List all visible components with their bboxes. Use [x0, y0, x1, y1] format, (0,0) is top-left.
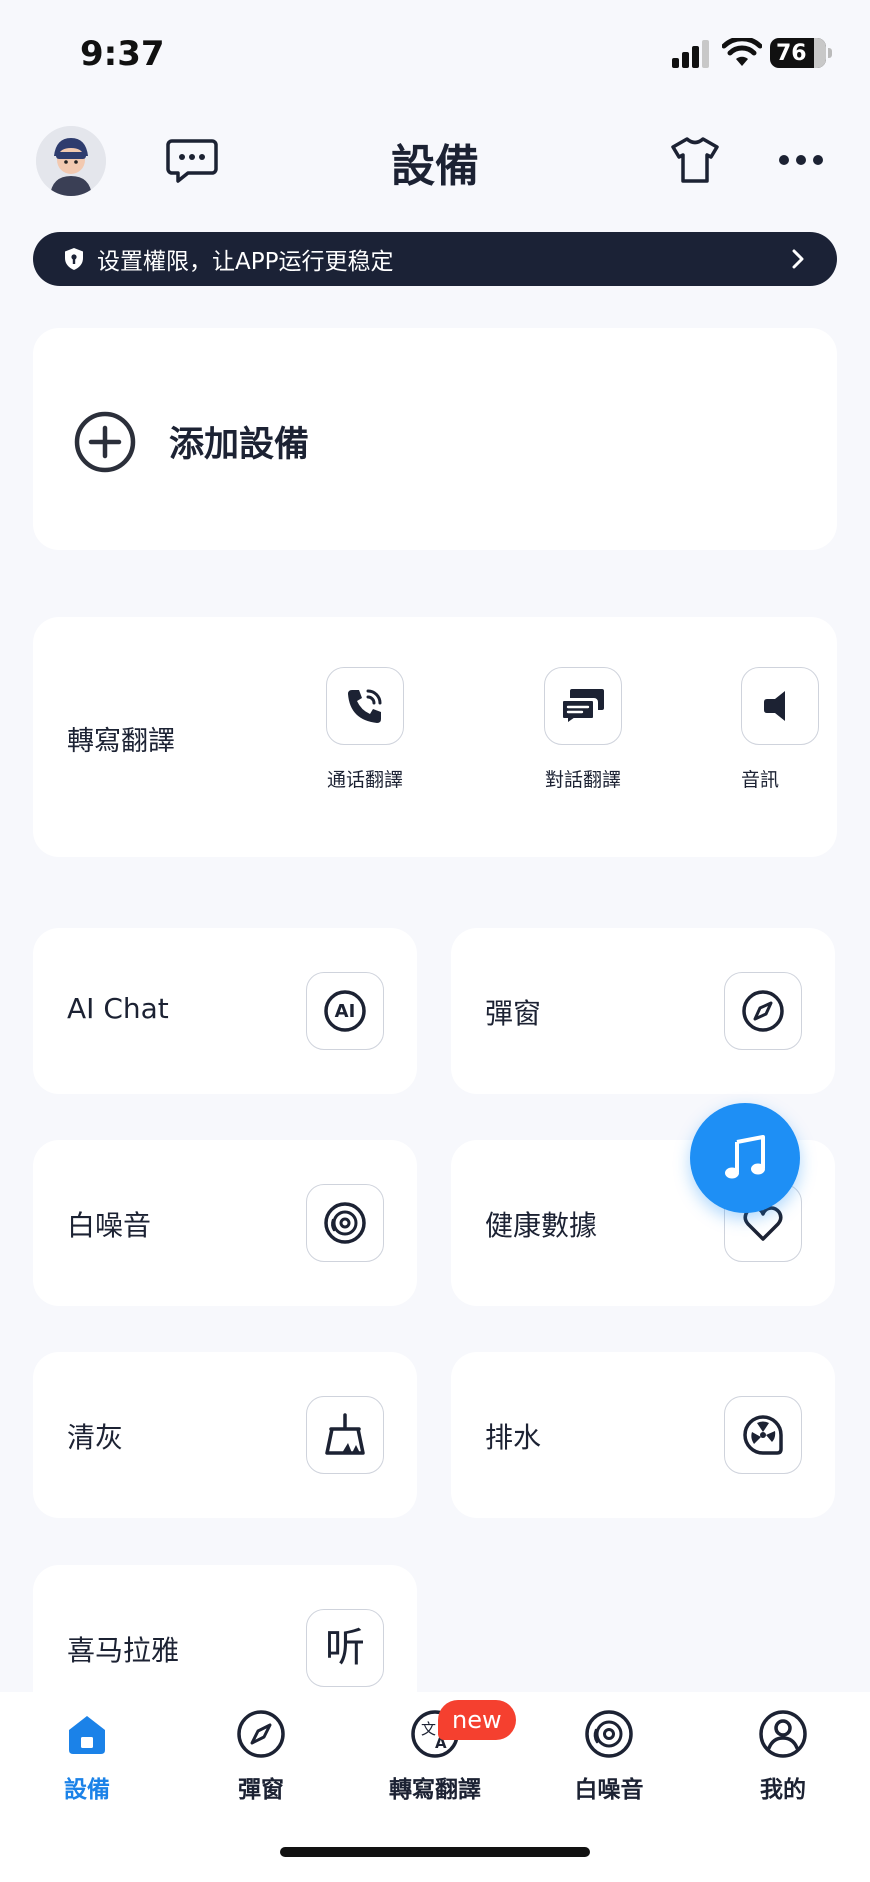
translation-card-title: 轉寫翻譯 — [67, 726, 175, 757]
white-noise-card[interactable]: 白噪音 — [33, 1140, 417, 1306]
tab-devices[interactable]: 設備 — [22, 1706, 152, 1804]
tab-popup-label: 彈窗 — [238, 1777, 284, 1803]
drain-label: 排水 — [485, 1421, 542, 1454]
cellular-signal-icon — [672, 40, 709, 68]
translation-overflow-clip: 音訊 — [733, 617, 837, 857]
popup-card[interactable]: 彈窗 — [451, 928, 835, 1094]
tab-me-label: 我的 — [760, 1777, 806, 1803]
chevron-right-icon — [792, 249, 804, 269]
white-noise-label: 白噪音 — [67, 1209, 152, 1242]
dialog-translate-item[interactable]: 對話翻譯 — [523, 667, 643, 792]
translation-card: 轉寫翻譯 通话翻譯 對話翻譯 音訊 — [33, 617, 837, 857]
tab-me[interactable]: 我的 — [718, 1706, 848, 1804]
tab-popup[interactable]: 彈窗 — [196, 1706, 326, 1804]
battery-indicator: 76 — [770, 38, 826, 68]
ai-chat-label: AI Chat — [67, 992, 169, 1025]
svg-text:文: 文 — [421, 1720, 436, 1738]
health-data-label: 健康數據 — [485, 1209, 598, 1242]
drain-card[interactable]: 排水 — [451, 1352, 835, 1518]
home-indicator — [280, 1847, 590, 1857]
add-circle-icon — [74, 411, 136, 473]
shield-icon — [63, 247, 85, 271]
himalaya-label: 喜马拉雅 — [67, 1634, 180, 1667]
dust-clean-card[interactable]: 清灰 — [33, 1352, 417, 1518]
audio-translate-label: 音訊 — [741, 769, 780, 791]
permission-banner[interactable]: 设置權限，让APP运行更稳定 — [33, 232, 837, 286]
compass-icon — [237, 1710, 285, 1758]
tab-white-noise-label: 白噪音 — [574, 1777, 644, 1803]
broom-icon — [325, 1413, 365, 1455]
chat-bubbles-icon — [561, 689, 604, 726]
add-device-card[interactable]: 添加設備 — [33, 328, 837, 550]
music-fab[interactable] — [690, 1103, 800, 1213]
battery-tip — [828, 48, 832, 58]
drain-icon — [743, 1415, 783, 1455]
more-icon[interactable] — [778, 154, 824, 166]
drain-icon-box — [724, 1396, 802, 1474]
broom-icon-box — [306, 1396, 384, 1474]
call-translate-label: 通话翻譯 — [326, 769, 403, 791]
battery-level: 76 — [776, 40, 807, 66]
dust-clean-label: 清灰 — [67, 1421, 124, 1454]
disc-icon — [585, 1710, 633, 1758]
dialog-translate-label: 對話翻譯 — [544, 769, 621, 791]
home-icon — [69, 1716, 105, 1754]
music-note-icon — [725, 1135, 765, 1179]
status-bar: 9:37 76 — [0, 0, 870, 110]
phone-call-icon — [348, 689, 382, 723]
tshirt-icon[interactable] — [670, 136, 720, 184]
status-time: 9:37 — [80, 34, 165, 74]
new-badge: new — [438, 1700, 516, 1740]
compass-icon — [742, 990, 784, 1032]
permission-banner-text: 设置權限，让APP运行更稳定 — [97, 249, 394, 275]
wifi-icon — [722, 38, 762, 66]
page-title: 設備 — [391, 141, 479, 192]
audio-icon — [764, 691, 785, 721]
audio-translate-item[interactable]: 音訊 — [733, 667, 837, 792]
ai-chat-card[interactable]: AI Chat AI — [33, 928, 417, 1094]
compass-icon-box — [724, 972, 802, 1050]
popup-label: 彈窗 — [485, 997, 542, 1030]
tab-white-noise[interactable]: 白噪音 — [544, 1706, 674, 1804]
disc-icon-box — [306, 1184, 384, 1262]
ai-icon-text: AI — [334, 1000, 356, 1022]
ai-icon-box: AI — [306, 972, 384, 1050]
header: 設備 — [0, 118, 870, 206]
disc-icon — [324, 1202, 366, 1244]
call-translate-item[interactable]: 通话翻譯 — [305, 667, 425, 792]
listen-icon: 听 — [325, 1625, 365, 1671]
add-device-label: 添加設備 — [169, 425, 310, 465]
tab-translate-label: 轉寫翻譯 — [389, 1777, 481, 1803]
listen-icon-box: 听 — [306, 1609, 384, 1687]
tab-devices-label: 設備 — [64, 1777, 110, 1803]
user-icon — [759, 1710, 807, 1758]
